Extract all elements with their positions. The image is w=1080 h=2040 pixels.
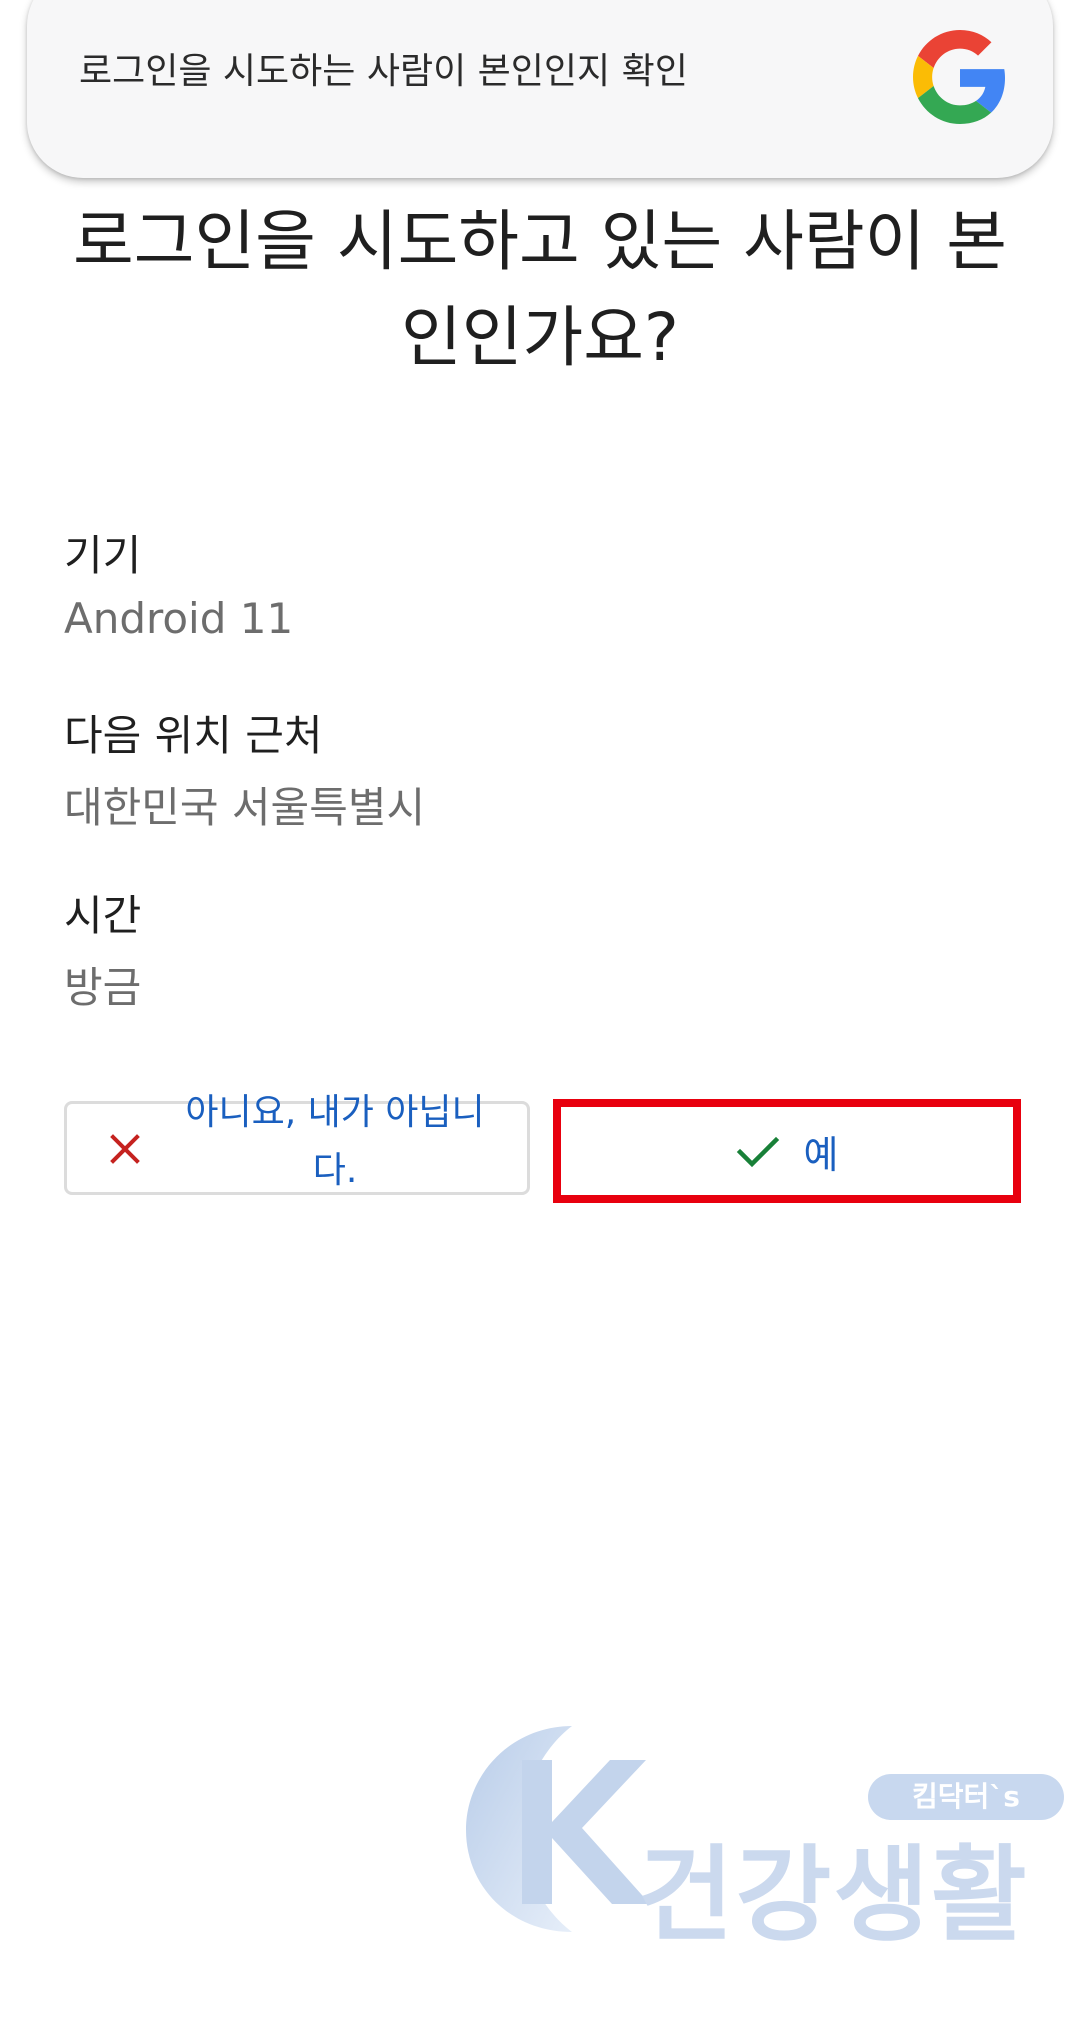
deny-label-line2: 다.: [312, 1150, 358, 1191]
device-value: Android 11: [64, 594, 294, 643]
google-g-icon: [913, 30, 1006, 124]
time-value: 방금: [64, 963, 142, 1012]
watermark-logo-icon: [466, 1726, 650, 1932]
deny-label-line1: 아니요, 내가 아닙니: [185, 1092, 485, 1133]
page-title: 로그인을 시도하고 있는 사람이 본 인인가요?: [60, 194, 1020, 386]
screen: 로그인을 시도하는 사람이 본인인지 확인 로그인을 시도하고 있는 사람이 본…: [0, 0, 1080, 2040]
confirm-button-label: 예: [803, 1132, 839, 1177]
confirm-button[interactable]: 예: [553, 1099, 1021, 1203]
page-title-line2: 인인가요?: [401, 299, 679, 376]
time-label: 시간: [64, 891, 142, 940]
watermark-text: 건강생활: [638, 1834, 1029, 1956]
notification-text: 로그인을 시도하는 사람이 본인인지 확인: [79, 51, 688, 92]
check-icon: [736, 1136, 779, 1168]
close-icon: [110, 1134, 140, 1164]
watermark: 킴닥터`s 건강생활: [460, 1718, 1070, 1958]
notification-card[interactable]: 로그인을 시도하는 사람이 본인인지 확인: [27, 0, 1053, 178]
deny-button[interactable]: 아니요, 내가 아닙니 다.: [64, 1092, 530, 1195]
deny-button-label: 아니요, 내가 아닙니 다.: [167, 1084, 503, 1200]
page-title-line1: 로그인을 시도하고 있는 사람이 본: [73, 203, 1007, 280]
device-label: 기기: [64, 531, 142, 580]
location-label: 다음 위치 근처: [64, 711, 323, 760]
location-value: 대한민국 서울특별시: [64, 783, 426, 832]
